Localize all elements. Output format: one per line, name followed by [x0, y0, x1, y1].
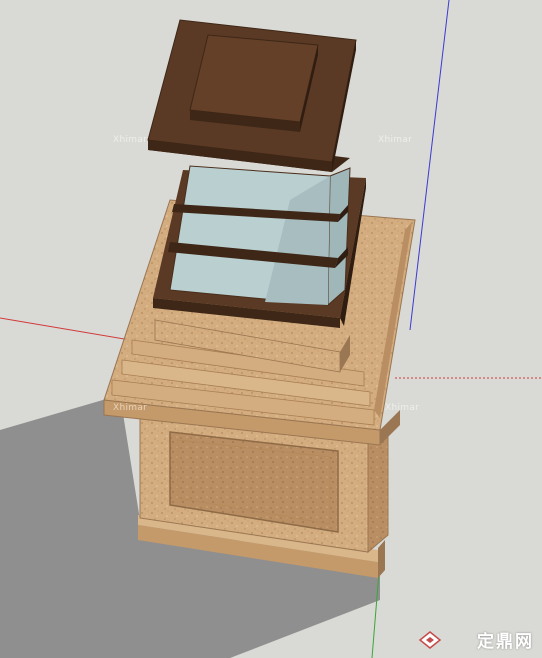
- cap-block-top: [189, 34, 319, 123]
- 3d-viewport[interactable]: Xhimar Xhimar Xhimar Xhimar 定鼎网: [0, 0, 542, 658]
- brand-badge: 定鼎网: [477, 627, 534, 652]
- diamond-logo-icon: [418, 631, 442, 649]
- model-scene[interactable]: [0, 0, 542, 658]
- top-slab-lower-side: [380, 410, 400, 445]
- blue-axis: [409, 0, 450, 331]
- brand-text: 定鼎网: [477, 632, 534, 652]
- base-plinth-side: [378, 540, 385, 578]
